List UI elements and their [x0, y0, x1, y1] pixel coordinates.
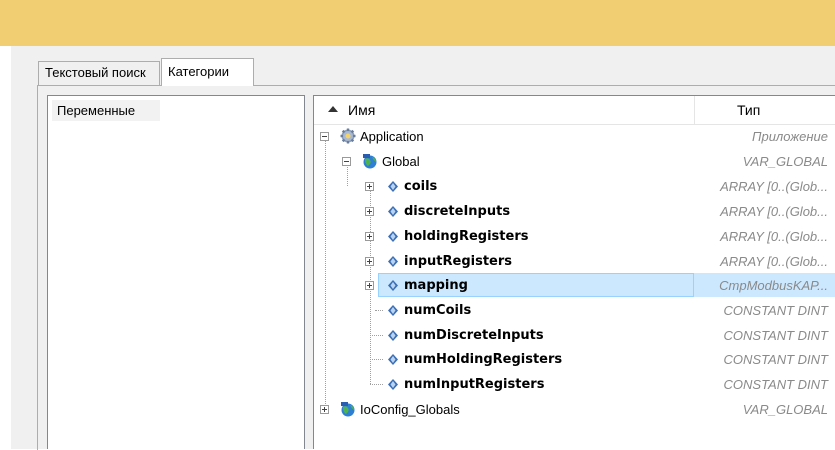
tree-label: numHoldingRegisters: [404, 352, 563, 367]
tree-row-global[interactable]: Global VAR_GLOBAL: [314, 149, 835, 174]
collapse-toggle-icon[interactable]: [320, 132, 329, 141]
tree-row-mapping[interactable]: mapping CmpModbusKAP...: [314, 273, 835, 298]
tree-row-numdiscreteinputs[interactable]: numDiscreteInputs CONSTANT DINT: [314, 323, 835, 348]
variable-icon: [388, 379, 398, 390]
tree-label: numCoils: [404, 303, 472, 318]
application-gear-icon: [340, 128, 356, 144]
tree-row-application[interactable]: Application Приложение: [314, 124, 835, 149]
tree-row-coils[interactable]: coils ARRAY [0..(Glob...: [314, 174, 835, 199]
column-separator[interactable]: [694, 96, 695, 124]
expand-toggle-icon[interactable]: [365, 232, 374, 241]
type-cell: CONSTANT DINT: [723, 303, 828, 318]
variable-icon: [388, 181, 398, 192]
type-cell: ARRAY [0..(Glob...: [720, 204, 828, 219]
tree-row-numcoils[interactable]: numCoils CONSTANT DINT: [314, 298, 835, 323]
variable-icon: [388, 330, 398, 341]
tree-label: IoConfig_Globals: [360, 402, 460, 417]
tree-label: holdingRegisters: [404, 229, 529, 244]
variable-icon: [388, 256, 398, 267]
type-cell: CONSTANT DINT: [723, 377, 828, 392]
collapse-toggle-icon[interactable]: [342, 157, 351, 166]
window-titlebar: [0, 0, 835, 46]
type-cell: ARRAY [0..(Glob...: [720, 229, 828, 244]
tree-label: mapping: [404, 278, 468, 293]
column-header-name[interactable]: Имя: [348, 96, 375, 124]
tree-row-inputregisters[interactable]: inputRegisters ARRAY [0..(Glob...: [314, 249, 835, 274]
tree-row-numholdingregisters[interactable]: numHoldingRegisters CONSTANT DINT: [314, 347, 835, 372]
global-globe-icon: [363, 154, 377, 169]
global-globe-icon: [341, 402, 355, 417]
tree-row-ioconfig-globals[interactable]: IoConfig_Globals VAR_GLOBAL: [314, 397, 835, 422]
type-cell: ARRAY [0..(Glob...: [720, 254, 828, 269]
type-cell: Приложение: [752, 129, 828, 144]
variable-icon: [388, 206, 398, 217]
type-cell: VAR_GLOBAL: [742, 154, 828, 169]
variable-icon: [388, 354, 398, 365]
expand-toggle-icon[interactable]: [320, 405, 329, 414]
expand-toggle-icon[interactable]: [365, 281, 374, 290]
tab-categories[interactable]: Категории: [161, 58, 254, 86]
category-item-variables[interactable]: Переменные: [52, 100, 160, 121]
column-header-type[interactable]: Тип: [737, 96, 760, 124]
expand-toggle-icon[interactable]: [365, 207, 374, 216]
variable-icon: [388, 305, 398, 316]
tree-row-discreteinputs[interactable]: discreteInputs ARRAY [0..(Glob...: [314, 199, 835, 224]
type-cell: CONSTANT DINT: [723, 328, 828, 343]
type-cell: CmpModbusKAP...: [719, 278, 828, 293]
type-cell: ARRAY [0..(Glob...: [720, 179, 828, 194]
tree-label: Application: [360, 129, 424, 144]
tree-label: numDiscreteInputs: [404, 328, 544, 343]
tree-header: Имя Тип: [314, 96, 835, 125]
variable-icon: [388, 231, 398, 242]
category-list[interactable]: Переменные: [47, 95, 305, 449]
sort-ascending-icon[interactable]: [328, 106, 338, 112]
tree-label: discreteInputs: [404, 204, 511, 219]
type-cell: VAR_GLOBAL: [742, 402, 828, 417]
variable-icon: [388, 280, 398, 291]
expand-toggle-icon[interactable]: [365, 257, 374, 266]
tree-label: numInputRegisters: [404, 377, 545, 392]
tree-row-holdingregisters[interactable]: holdingRegisters ARRAY [0..(Glob...: [314, 224, 835, 249]
expand-toggle-icon[interactable]: [365, 182, 374, 191]
tree-label: Global: [382, 154, 420, 169]
tree-row-numinputregisters[interactable]: numInputRegisters CONSTANT DINT: [314, 372, 835, 397]
tree-label: inputRegisters: [404, 254, 512, 269]
tab-text-search[interactable]: Текстовый поиск: [38, 61, 160, 85]
type-cell: CONSTANT DINT: [723, 352, 828, 367]
variable-tree[interactable]: Имя Тип Application Приложение Global VA…: [313, 95, 835, 449]
tree-label: coils: [404, 179, 438, 194]
